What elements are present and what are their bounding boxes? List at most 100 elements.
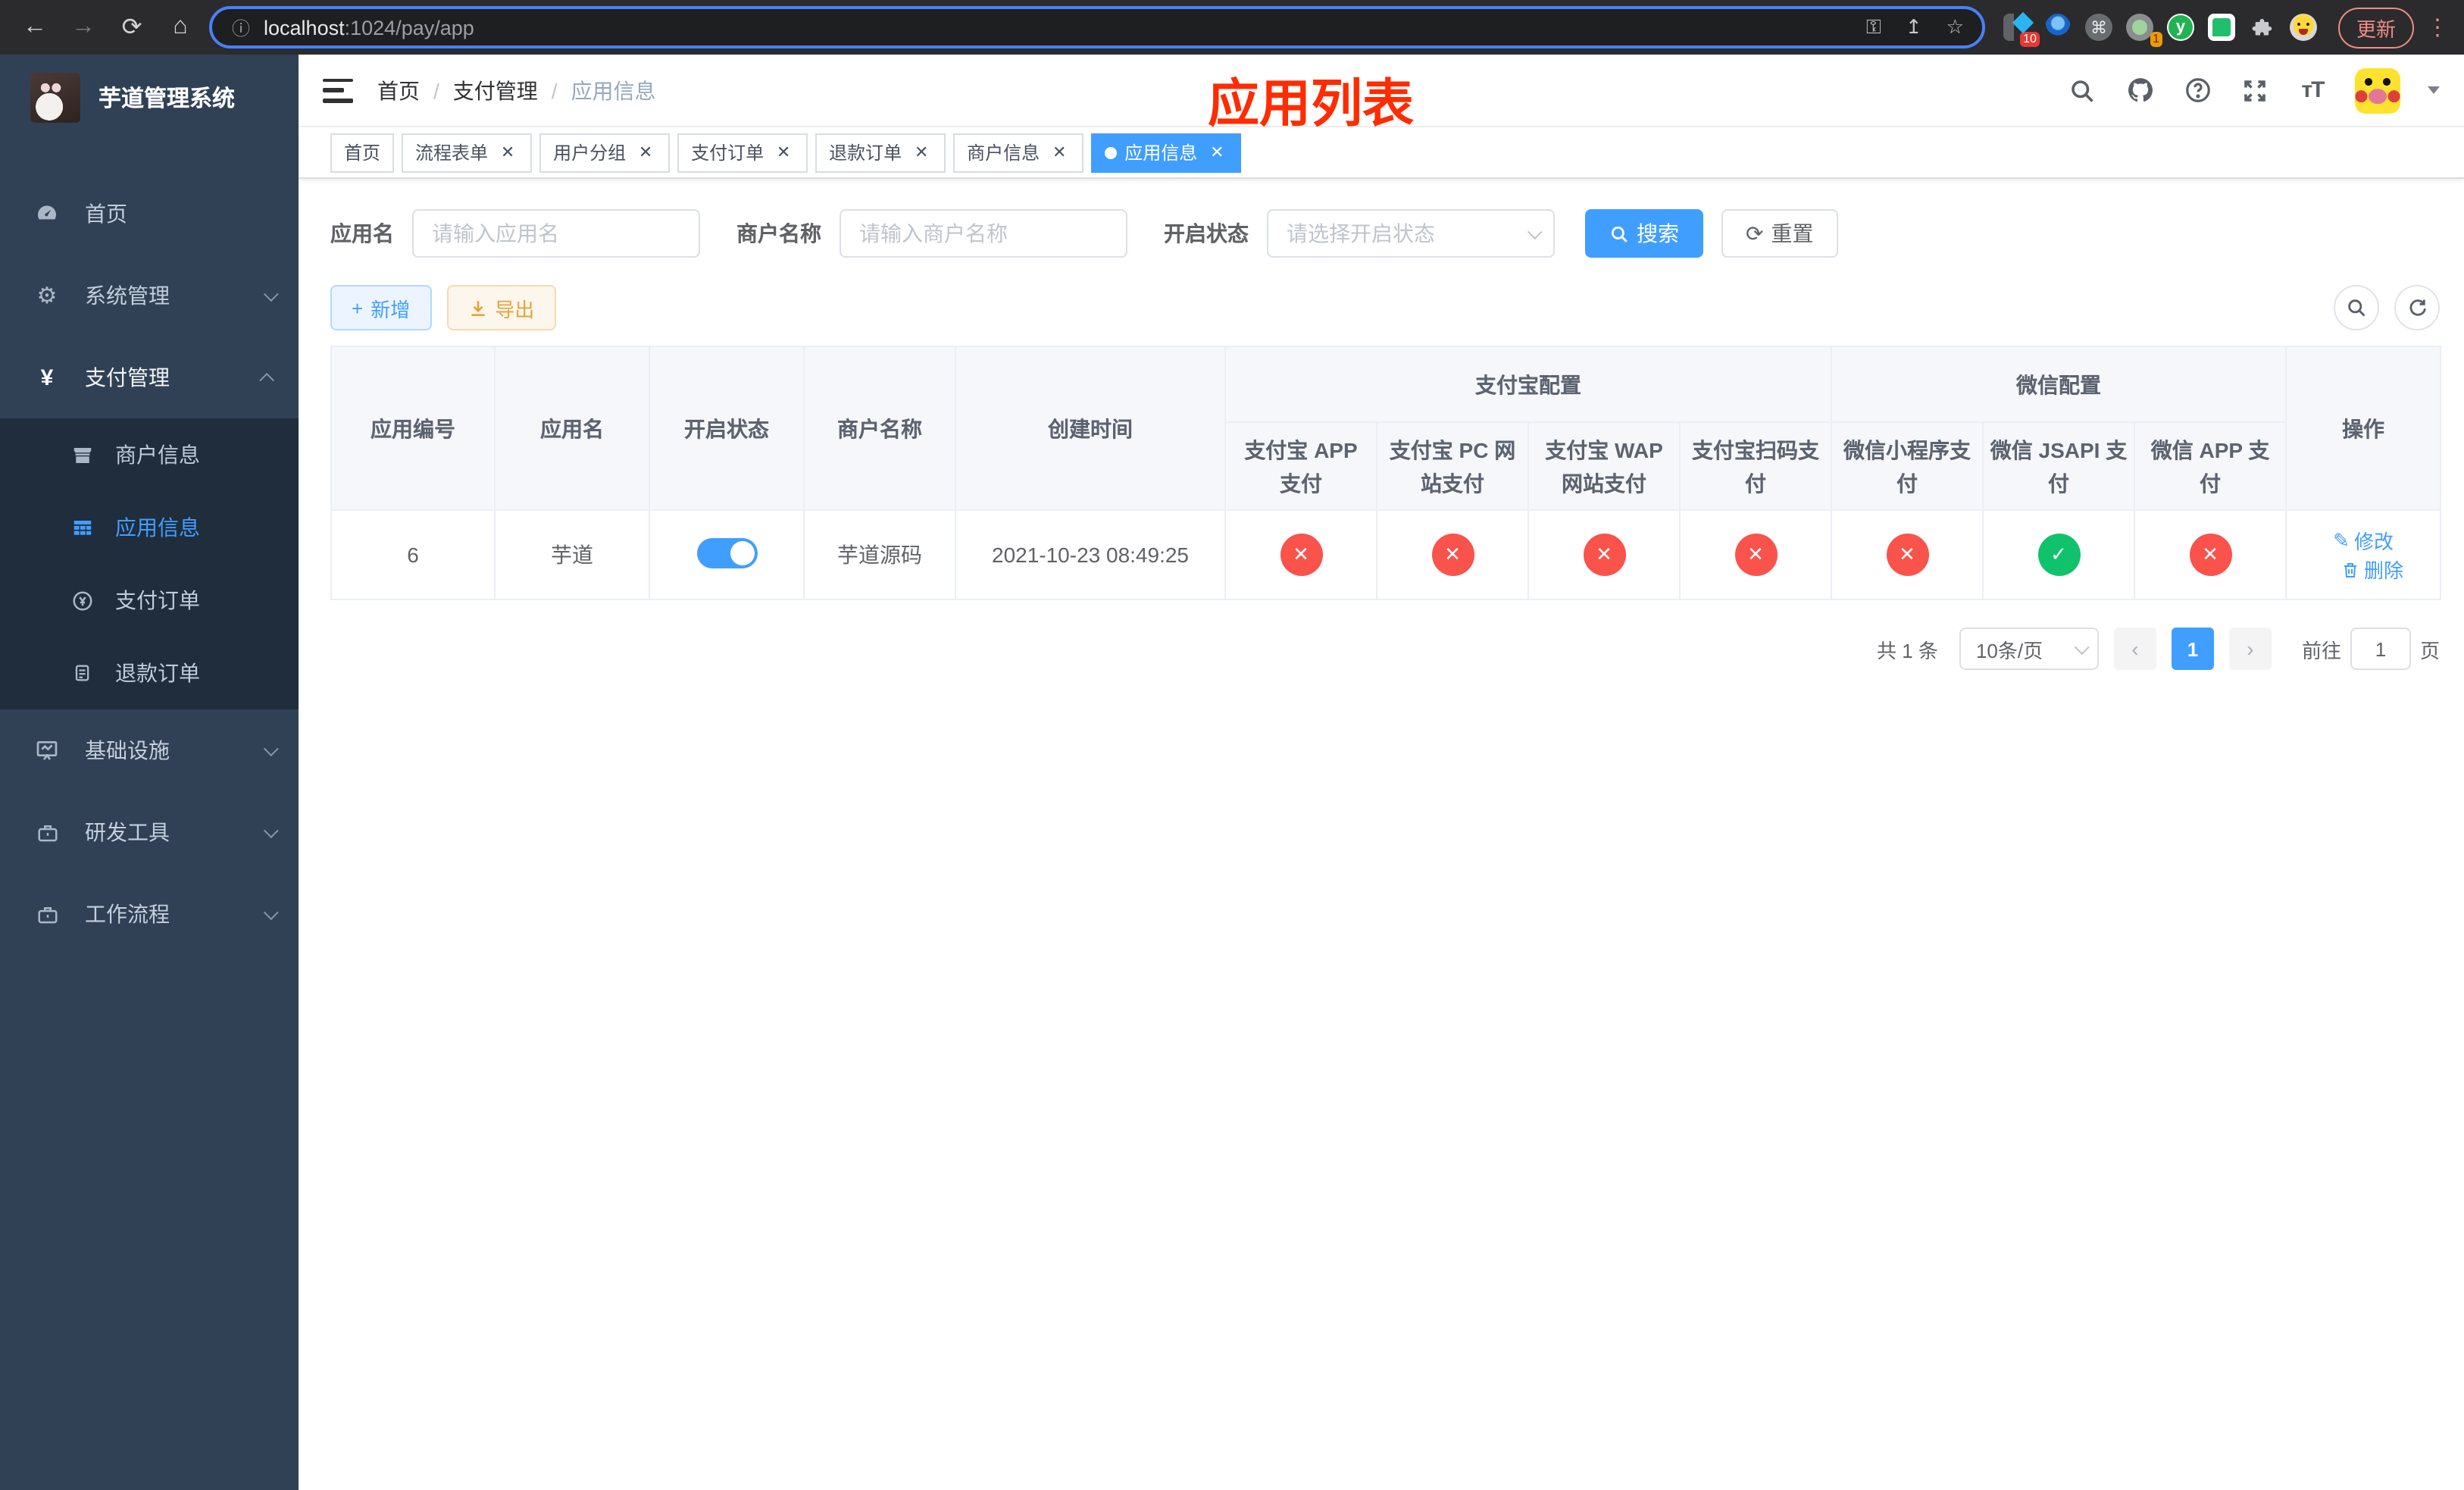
merchant-name-label: 商户名称 bbox=[736, 221, 821, 246]
github-icon[interactable] bbox=[2125, 75, 2155, 105]
cell-app-name: 芋道 bbox=[494, 509, 650, 600]
page-size-select[interactable]: 10条/页 bbox=[1959, 628, 2099, 670]
tab-pay-orders[interactable]: 支付订单 ✕ bbox=[677, 133, 808, 172]
download-icon bbox=[471, 300, 484, 315]
next-page-button[interactable]: › bbox=[2228, 628, 2272, 670]
plus-icon: + bbox=[352, 296, 364, 319]
sidebar-item-pay-orders[interactable]: 支付订单 bbox=[0, 564, 299, 637]
goto-label: 前往 bbox=[2301, 639, 2341, 662]
share-icon[interactable]: ↥ bbox=[1906, 15, 1922, 39]
show-search-toggle-button[interactable] bbox=[2334, 285, 2379, 330]
search-form: 应用名 商户名称 开启状态 请选择开启状态 搜索 ⟳ 重置 bbox=[330, 209, 2440, 258]
page-unit-label: 页 bbox=[2419, 639, 2440, 662]
close-icon[interactable]: ✕ bbox=[773, 142, 794, 163]
extension-command-icon[interactable]: ⌘ bbox=[2084, 14, 2112, 41]
header-search-icon[interactable] bbox=[2067, 75, 2097, 105]
wechat-app-disabled-icon: ✕ bbox=[2189, 534, 2232, 576]
browser-back-icon[interactable]: ← bbox=[15, 8, 55, 47]
cell-created: 2021-10-23 08:49:25 bbox=[955, 509, 1226, 600]
goto-page-input[interactable] bbox=[2350, 628, 2411, 670]
tab-home[interactable]: 首页 bbox=[330, 133, 395, 172]
breadcrumb-home[interactable]: 首页 bbox=[377, 75, 420, 105]
browser-update-button[interactable]: 更新 bbox=[2337, 7, 2414, 48]
sidebar-item-payment[interactable]: ¥ 支付管理 bbox=[0, 337, 299, 418]
sidebar-collapse-icon[interactable] bbox=[323, 78, 353, 102]
site-info-icon[interactable]: ⓘ bbox=[230, 13, 252, 42]
avatar-caret-icon[interactable] bbox=[2428, 86, 2440, 100]
sidebar-item-merchant-info[interactable]: 商户信息 bbox=[0, 418, 299, 491]
close-icon[interactable]: ✕ bbox=[1049, 142, 1070, 163]
sidebar-logo[interactable]: 芋道管理系统 bbox=[0, 55, 299, 139]
extension-pin-icon[interactable] bbox=[2043, 14, 2072, 41]
extensions-puzzle-icon[interactable] bbox=[2249, 14, 2276, 41]
extension-recorder-icon[interactable]: 1 bbox=[2125, 14, 2162, 47]
delete-link[interactable]: 删除 bbox=[2341, 555, 2403, 584]
search-button[interactable]: 搜索 bbox=[1585, 209, 1703, 258]
add-button[interactable]: + 新增 bbox=[330, 285, 432, 330]
app-name-input[interactable] bbox=[412, 209, 700, 258]
font-size-icon[interactable]: тT bbox=[2297, 75, 2328, 105]
col-alipay-qr: 支付宝扫码支付 bbox=[1679, 421, 1832, 511]
breadcrumb-current: 应用信息 bbox=[571, 78, 656, 102]
sidebar-item-workflow[interactable]: 工作流程 bbox=[0, 873, 299, 955]
browser-reload-icon[interactable]: ⟳ bbox=[112, 8, 152, 47]
reset-button[interactable]: ⟳ 重置 bbox=[1721, 209, 1838, 258]
sidebar: 芋道管理系统 首页 ⚙ 系统管理 ¥ 支付管理 商户信息 应用信息 支付订单 退… bbox=[0, 55, 299, 1490]
close-icon[interactable]: ✕ bbox=[911, 142, 932, 163]
chevron-down-icon bbox=[263, 286, 279, 302]
browser-forward-icon[interactable]: → bbox=[64, 8, 103, 47]
status-label: 开启状态 bbox=[1164, 221, 1249, 246]
trash-icon bbox=[2344, 562, 2357, 577]
active-dot bbox=[1105, 146, 1118, 158]
chevron-down-icon bbox=[2074, 639, 2090, 655]
table-toolbar: + 新增 导出 bbox=[330, 285, 2440, 330]
status-select[interactable]: 请选择开启状态 bbox=[1267, 209, 1555, 258]
chevron-down-icon bbox=[263, 904, 279, 920]
briefcase-icon bbox=[30, 903, 64, 925]
payment-submenu: 商户信息 应用信息 支付订单 退款订单 bbox=[0, 418, 299, 709]
tab-process-form[interactable]: 流程表单 ✕ bbox=[402, 133, 533, 172]
sidebar-item-home[interactable]: 首页 bbox=[0, 173, 299, 255]
browser-toolbar: ← → ⟳ ⌂ ⓘ localhost:1024/pay/app ⚿ ↥ ☆ 1… bbox=[0, 0, 2464, 55]
refresh-icon bbox=[2409, 299, 2426, 316]
close-icon[interactable]: ✕ bbox=[635, 142, 656, 163]
user-avatar[interactable] bbox=[2355, 67, 2400, 113]
sidebar-item-app-info[interactable]: 应用信息 bbox=[0, 491, 299, 564]
extension-diamond-icon[interactable]: 10 bbox=[2003, 14, 2040, 47]
edit-link[interactable]: ✎ 修改 bbox=[2333, 526, 2394, 555]
sidebar-item-dev-tools[interactable]: 研发工具 bbox=[0, 791, 299, 873]
tab-refund-orders[interactable]: 退款订单 ✕ bbox=[815, 133, 946, 172]
table-row: 6 芋道 芋道源码 2021-10-23 08:49:25 ✕ ✕ ✕ ✕ ✕ … bbox=[330, 509, 2442, 600]
prev-page-button[interactable]: ‹ bbox=[2113, 628, 2156, 670]
col-merchant: 商户名称 bbox=[803, 346, 956, 511]
enabled-toggle[interactable] bbox=[696, 537, 757, 568]
tab-app-info[interactable]: 应用信息 ✕ bbox=[1091, 133, 1242, 172]
export-button[interactable]: 导出 bbox=[446, 285, 556, 330]
fullscreen-icon[interactable] bbox=[2240, 75, 2270, 105]
sidebar-item-infra[interactable]: 基础设施 bbox=[0, 709, 299, 791]
bookmark-star-icon[interactable]: ☆ bbox=[1946, 15, 1964, 39]
browser-menu-icon[interactable]: ⋮ bbox=[2426, 14, 2449, 41]
tab-merchant-info[interactable]: 商户信息 ✕ bbox=[953, 133, 1084, 172]
close-icon[interactable]: ✕ bbox=[497, 142, 518, 163]
extension-y-icon[interactable] bbox=[2166, 14, 2194, 41]
address-bar[interactable]: ⓘ localhost:1024/pay/app ⚿ ↥ ☆ bbox=[209, 6, 1985, 49]
gear-icon: ⚙ bbox=[36, 283, 58, 309]
breadcrumb-payment[interactable]: 支付管理 bbox=[453, 75, 538, 105]
cell-app-id: 6 bbox=[330, 509, 496, 600]
chevron-down-icon bbox=[1527, 224, 1543, 239]
sidebar-item-refund-orders[interactable]: 退款订单 bbox=[0, 637, 299, 709]
sidebar-item-system[interactable]: ⚙ 系统管理 bbox=[0, 255, 299, 337]
merchant-name-input[interactable] bbox=[840, 209, 1127, 258]
close-icon[interactable]: ✕ bbox=[1206, 142, 1227, 163]
extension-chat-icon[interactable] bbox=[2207, 14, 2235, 41]
chevron-down-icon bbox=[263, 740, 279, 756]
password-key-icon[interactable]: ⚿ bbox=[1866, 15, 1881, 39]
total-count: 共 1 条 bbox=[1877, 639, 1938, 662]
extension-emoji-icon[interactable] bbox=[2289, 14, 2317, 41]
tab-user-group[interactable]: 用户分组 ✕ bbox=[539, 133, 671, 172]
refresh-table-button[interactable] bbox=[2394, 285, 2440, 330]
page-number-current[interactable]: 1 bbox=[2171, 628, 2214, 670]
browser-home-icon[interactable]: ⌂ bbox=[161, 8, 200, 47]
help-question-icon[interactable] bbox=[2182, 75, 2212, 105]
